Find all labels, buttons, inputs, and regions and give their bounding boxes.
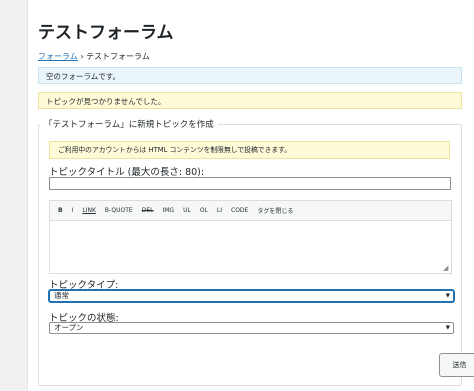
qt-bold-button[interactable]: B [58,207,63,214]
topic-title-label: トピックタイトル (最大の長さ: 80): [49,167,205,178]
topic-content-textarea[interactable]: ◢ [50,221,451,273]
qt-ol-button[interactable]: OL [200,207,208,214]
new-topic-legend: 「テストフォーラム」に新規トピックを作成 [40,118,218,130]
submit-button[interactable]: 送信 [439,353,474,377]
qt-code-button[interactable]: CODE [231,207,248,214]
breadcrumb-forums-link[interactable]: フォーラム [38,52,78,61]
qt-blockquote-button[interactable]: B-QUOTE [105,207,133,214]
page-title: テストフォーラム [38,23,174,43]
breadcrumb-separator: › [80,52,84,61]
qt-img-button[interactable]: IMG [162,207,174,214]
topic-content-editor: B I LINK B-QUOTE DEL IMG UL OL LI CODE タ… [49,200,452,274]
info-notice: 空のフォーラムです。 [38,67,462,84]
topic-status-value: オープン [54,323,84,332]
main-panel: テストフォーラム フォーラム › テストフォーラム 空のフォーラムです。 トピッ… [27,0,474,391]
topic-type-value: 通常 [54,291,69,300]
resize-handle-icon[interactable]: ◢ [443,265,449,272]
breadcrumb-current: テストフォーラム [86,52,150,61]
topic-type-label: トピックタイプ: [49,280,119,291]
topic-status-select[interactable]: オープン ▼ [49,322,454,334]
html-permission-notice: ご利用中のアカウントからは HTML コンテンツを制限無しで投稿できます。 [49,141,450,159]
qt-italic-button[interactable]: I [72,207,74,214]
chevron-down-icon: ▼ [445,325,450,331]
qt-li-button[interactable]: LI [217,207,222,214]
warning-notice: トピックが見つかりませんでした。 [38,92,462,109]
chevron-down-icon: ▼ [445,293,450,299]
qt-ul-button[interactable]: UL [183,207,191,214]
qt-close-tags-button[interactable]: タグを閉じる [257,206,293,215]
topic-title-input[interactable] [49,177,451,190]
topic-type-select[interactable]: 通常 ▼ [49,290,454,302]
qt-link-button[interactable]: LINK [82,207,96,214]
qt-del-button[interactable]: DEL [142,207,154,214]
breadcrumb: フォーラム › テストフォーラム [38,51,150,62]
quicktags-toolbar: B I LINK B-QUOTE DEL IMG UL OL LI CODE タ… [50,201,451,221]
